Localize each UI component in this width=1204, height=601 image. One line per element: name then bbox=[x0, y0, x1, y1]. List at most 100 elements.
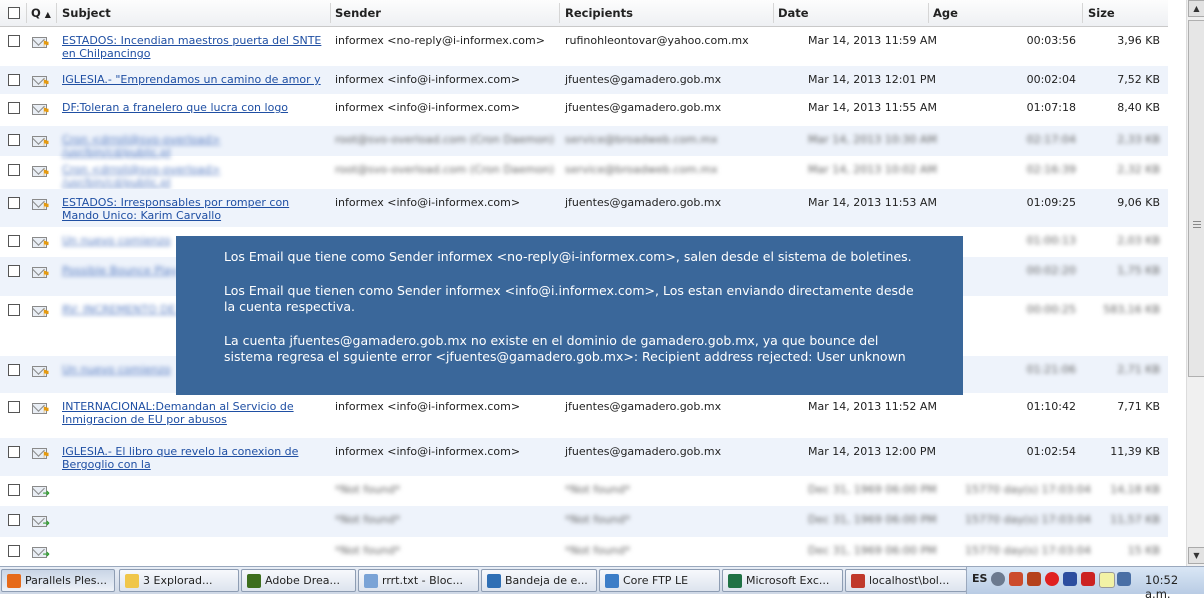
vertical-scrollbar[interactable]: ▲ ▼ bbox=[1186, 0, 1204, 566]
col-sender-header[interactable]: Sender bbox=[335, 6, 381, 20]
table-row[interactable]: ➜ *Not found* *Not found* Dec 31, 1969 06:0… bbox=[0, 537, 1168, 566]
tray-shield-icon[interactable] bbox=[1081, 572, 1095, 586]
age-cell: 01:07:18 bbox=[1026, 101, 1076, 114]
table-row[interactable]: ⚑ IGLESIA.- El libro que revelo la conexi… bbox=[0, 438, 1168, 476]
row-checkbox[interactable] bbox=[8, 74, 20, 86]
tray-opera-icon[interactable] bbox=[1045, 572, 1059, 586]
tray-app-icon[interactable] bbox=[1063, 572, 1077, 586]
recipients-cell: *Not found* bbox=[565, 544, 631, 557]
size-cell: 2,71 KB bbox=[1117, 363, 1160, 376]
subject-link[interactable]: ESTADOS: Irresponsables por romper con M… bbox=[62, 196, 322, 222]
age-cell: 00:02:04 bbox=[1026, 73, 1076, 86]
table-row[interactable]: ➜ *Not found* *Not found* Dec 31, 1969 06:0… bbox=[0, 506, 1168, 537]
recipients-cell: service@broadweb.com.mx bbox=[565, 133, 718, 146]
message-queued-icon: ⚑ bbox=[32, 197, 50, 212]
tray-java-icon[interactable] bbox=[1027, 572, 1041, 586]
message-queued-icon: ⚑ bbox=[32, 164, 50, 179]
taskbar-button[interactable]: 3 Explorad... bbox=[119, 569, 239, 592]
taskbar-button[interactable]: localhost\bol... bbox=[845, 569, 967, 592]
ftp-icon bbox=[605, 574, 619, 588]
table-row[interactable]: ⚑ DF:Toleran a franelero que lucra con lo… bbox=[0, 94, 1168, 126]
size-cell: 11,57 KB bbox=[1110, 513, 1160, 526]
subject-link[interactable]: IGLESIA.- "Emprendamos un camino de amor… bbox=[62, 73, 322, 86]
col-subject-header[interactable]: Subject bbox=[62, 6, 111, 20]
size-cell: 11,39 KB bbox=[1110, 445, 1160, 458]
row-checkbox[interactable] bbox=[8, 401, 20, 413]
col-date-header[interactable]: Date bbox=[778, 6, 809, 20]
row-checkbox[interactable] bbox=[8, 265, 20, 277]
taskbar-button[interactable]: Parallels Ples... bbox=[1, 569, 115, 592]
tray-arrow-icon[interactable] bbox=[991, 572, 1005, 586]
sender-cell: root@svo-overload.com (Cron Daemon) bbox=[335, 163, 555, 176]
sender-cell: informex <info@i-informex.com> bbox=[335, 196, 521, 209]
scroll-down-button[interactable]: ▼ bbox=[1188, 547, 1204, 564]
age-cell: 01:21:06 bbox=[1026, 363, 1076, 376]
language-indicator[interactable]: ES bbox=[972, 572, 987, 585]
row-checkbox[interactable] bbox=[8, 304, 20, 316]
taskbar-button-label: localhost\bol... bbox=[869, 574, 950, 587]
col-q-header[interactable]: Q ▲ bbox=[31, 6, 51, 20]
row-checkbox[interactable] bbox=[8, 364, 20, 376]
subject-link[interactable]: DF:Toleran a franelero que lucra con log… bbox=[62, 101, 322, 114]
size-cell: 2,03 KB bbox=[1117, 234, 1160, 247]
table-row[interactable]: ⚑ INTERNACIONAL:Demandan al Servicio de I… bbox=[0, 393, 1168, 438]
table-row[interactable]: ⚑ ESTADOS: Irresponsables por romper con … bbox=[0, 189, 1168, 227]
select-all-checkbox[interactable] bbox=[8, 7, 20, 19]
clock: 10:52 a.m. bbox=[1145, 573, 1179, 601]
date-cell: Mar 14, 2013 11:55 AM bbox=[808, 101, 937, 114]
table-row[interactable]: ⚑ IGLESIA.- "Emprendamos un camino de amo… bbox=[0, 66, 1168, 94]
row-checkbox[interactable] bbox=[8, 235, 20, 247]
taskbar-button[interactable]: rrrt.txt - Bloc... bbox=[358, 569, 479, 592]
date-cell: Mar 14, 2013 11:59 AM bbox=[808, 34, 937, 47]
sender-cell: informex <info@i-informex.com> bbox=[335, 400, 521, 413]
sender-cell: informex <info@i-informex.com> bbox=[335, 101, 521, 114]
scroll-up-button[interactable]: ▲ bbox=[1188, 0, 1204, 17]
row-checkbox[interactable] bbox=[8, 102, 20, 114]
taskbar-button[interactable]: Microsoft Exc... bbox=[722, 569, 843, 592]
subject-link[interactable]: IGLESIA.- El libro que revelo la conexio… bbox=[62, 445, 322, 471]
table-row[interactable]: ⚑ Cron <drroli@svo-overload> /usr/bin/cd/… bbox=[0, 156, 1168, 189]
tray-acrobat-icon[interactable] bbox=[1009, 572, 1023, 586]
size-cell: 3,96 KB bbox=[1117, 34, 1160, 47]
row-checkbox[interactable] bbox=[8, 164, 20, 176]
taskbar-button-label: Bandeja de e... bbox=[505, 574, 588, 587]
row-checkbox[interactable] bbox=[8, 484, 20, 496]
scroll-thumb[interactable] bbox=[1188, 20, 1204, 377]
message-queued-icon: ⚑ bbox=[32, 446, 50, 461]
subject-link[interactable]: ESTADOS: Incendian maestros puerta del S… bbox=[62, 34, 322, 60]
date-cell: Dec 31, 1969 06:00 PM bbox=[808, 513, 937, 526]
row-checkbox[interactable] bbox=[8, 545, 20, 557]
taskbar-button[interactable]: Bandeja de e... bbox=[481, 569, 597, 592]
col-size-header[interactable]: Size bbox=[1088, 6, 1115, 20]
row-checkbox[interactable] bbox=[8, 446, 20, 458]
message-queued-icon: ⚑ bbox=[32, 102, 50, 117]
col-age-header[interactable]: Age bbox=[933, 6, 958, 20]
sender-cell: root@svo-overload.com (Cron Daemon) bbox=[335, 133, 555, 146]
recipients-cell: service@broadweb.com.mx bbox=[565, 163, 718, 176]
col-recipients-header[interactable]: Recipients bbox=[565, 6, 633, 20]
firefox-icon bbox=[7, 574, 21, 588]
subject-link[interactable]: Cron <drroli@svo-overload> /usr/bin/cd/p… bbox=[62, 163, 322, 189]
age-cell: 02:17:04 bbox=[1026, 133, 1076, 146]
table-row[interactable]: ⚑ Cron <drroli@svo-overload> /usr/bin/cd/… bbox=[0, 126, 1168, 159]
tray-note-icon[interactable] bbox=[1099, 572, 1115, 588]
row-checkbox[interactable] bbox=[8, 35, 20, 47]
size-cell: 8,40 KB bbox=[1117, 101, 1160, 114]
overlay-text-2: Los Email que tienen como Sender informe… bbox=[224, 283, 914, 314]
recipients-cell: jfuentes@gamadero.gob.mx bbox=[565, 73, 722, 86]
tray-network-icon[interactable] bbox=[1117, 572, 1131, 586]
taskbar-button[interactable]: Core FTP LE bbox=[599, 569, 720, 592]
date-cell: Dec 31, 1969 06:00 PM bbox=[808, 544, 937, 557]
size-cell: 583,16 KB bbox=[1103, 303, 1160, 316]
table-row[interactable]: ➜ *Not found* *Not found* Dec 31, 1969 06:0… bbox=[0, 476, 1168, 506]
taskbar-button[interactable]: Adobe Drea... bbox=[241, 569, 356, 592]
table-row[interactable]: ⚑ ESTADOS: Incendian maestros puerta del … bbox=[0, 27, 1168, 66]
message-queued-icon: ⚑ bbox=[32, 74, 50, 89]
subject-link[interactable]: INTERNACIONAL:Demandan al Servicio de In… bbox=[62, 400, 322, 426]
row-checkbox[interactable] bbox=[8, 134, 20, 146]
row-checkbox[interactable] bbox=[8, 197, 20, 209]
age-cell: 00:02:20 bbox=[1026, 264, 1076, 277]
row-checkbox[interactable] bbox=[8, 514, 20, 526]
sender-cell: informex <info@i-informex.com> bbox=[335, 445, 521, 458]
sender-cell: *Not found* bbox=[335, 483, 401, 496]
